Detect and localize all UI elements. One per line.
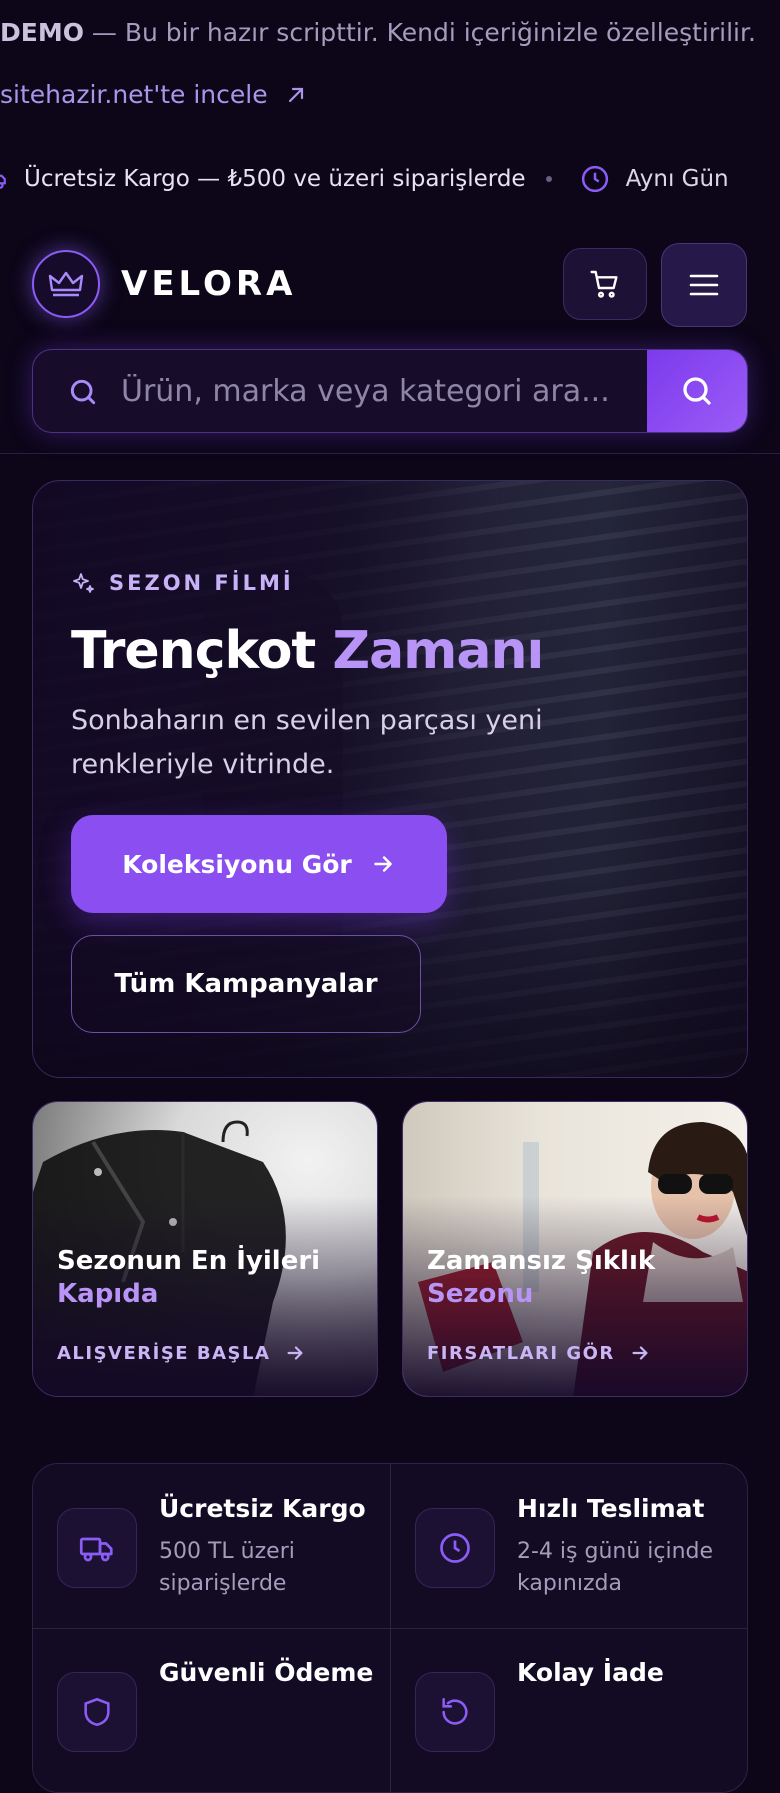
feature-title: Kolay İade xyxy=(517,1658,664,1687)
view-collection-label: Koleksiyonu Gör xyxy=(122,849,352,879)
promo-accent: Sezonu xyxy=(427,1279,534,1309)
hero-description: Sonbaharın en sevilen parçası yeni renkl… xyxy=(71,705,543,780)
promo-accent: Kapıda xyxy=(57,1279,159,1309)
demo-text: — Bu bir hazır scripttir. Kendi içeriğin… xyxy=(83,18,756,47)
search-input[interactable] xyxy=(121,350,661,432)
arrow-right-icon xyxy=(373,856,392,872)
feature-description: 2-4 iş günü içinde kapınızda xyxy=(517,1539,714,1596)
promo-cta-label: FIRSATLARI GÖR xyxy=(427,1342,615,1364)
promo-cta[interactable]: ALIŞVERİŞE BAŞLA xyxy=(57,1342,306,1364)
search-bar xyxy=(32,349,748,433)
ticker-separator xyxy=(545,176,552,182)
cart-icon xyxy=(590,270,618,298)
clock-icon xyxy=(581,165,608,193)
hero-title-accent: Zamanı xyxy=(332,621,544,681)
hamburger-icon xyxy=(689,274,719,296)
sparkle-icon xyxy=(73,573,94,593)
shield-icon xyxy=(57,1672,137,1752)
ticker-item: Ücretsiz Kargo — ₺500 ve üzeri siparişle… xyxy=(0,166,526,192)
search-button[interactable] xyxy=(647,350,747,432)
promo-title: Sezonun En İyileri xyxy=(57,1246,321,1276)
feature-title: Ücretsiz Kargo xyxy=(159,1494,366,1523)
hero-title-main: Trençkot xyxy=(71,621,316,681)
all-campaigns-button[interactable]: Tüm Kampanyalar xyxy=(71,935,421,1033)
menu-button[interactable] xyxy=(661,243,747,327)
feature-title: Güvenli Ödeme xyxy=(159,1658,374,1687)
ticker-text: Ücretsiz Kargo — ₺500 ve üzeri siparişle… xyxy=(24,166,526,192)
demo-label: DEMO xyxy=(0,18,84,47)
ticker-item: Aynı Gün xyxy=(580,164,729,194)
hero-title: Trençkot Zamanı xyxy=(71,621,544,681)
view-collection-button[interactable]: Koleksiyonu Gör xyxy=(71,815,447,913)
cart-button[interactable] xyxy=(563,248,647,320)
ticker-text: Aynı Gün xyxy=(625,166,729,192)
hero-eyebrow-text: SEZON FİLMİ xyxy=(109,571,294,595)
demo-link-label: sitehazir.net'te incele xyxy=(0,80,268,109)
arrow-right-icon xyxy=(287,1346,303,1360)
logo-crown-icon[interactable] xyxy=(32,250,100,318)
feature-description: 500 TL üzeri siparişlerde xyxy=(159,1539,295,1596)
feature-title: Hızlı Teslimat xyxy=(517,1494,705,1523)
promo-card[interactable]: Sezonun En İyileri Kapıda ALIŞVERİŞE BAŞ… xyxy=(32,1101,378,1397)
truck-icon xyxy=(57,1508,137,1588)
arrow-right-icon xyxy=(632,1346,648,1360)
feature-item: Ücretsiz Kargo 500 TL üzeri siparişlerde xyxy=(33,1464,373,1624)
hero-eyebrow: SEZON FİLMİ xyxy=(71,571,294,595)
truck-icon xyxy=(0,174,6,189)
promo-title: Zamansız Şıklık xyxy=(427,1246,656,1276)
all-campaigns-label: Tüm Kampanyalar xyxy=(114,969,378,999)
clock-icon xyxy=(415,1508,495,1588)
feature-item: Kolay İade xyxy=(391,1628,731,1788)
logo-text[interactable]: VELORA xyxy=(121,264,296,304)
site-header: VELORA xyxy=(0,228,780,454)
promo-cta-label: ALIŞVERİŞE BAŞLA xyxy=(57,1342,271,1364)
announcement-ticker: Ücretsiz Kargo — ₺500 ve üzeri siparişle… xyxy=(0,156,780,202)
demo-link[interactable]: sitehazir.net'te incele xyxy=(0,80,308,109)
feature-item: Güvenli Ödeme xyxy=(33,1628,373,1788)
feature-item: Hızlı Teslimat 2-4 iş günü içinde kapını… xyxy=(391,1464,731,1624)
promo-card[interactable]: Zamansız Şıklık Sezonu FIRSATLARI GÖR xyxy=(402,1101,748,1397)
hero-banner: SEZON FİLMİ Trençkot Zamanı Sonbaharın e… xyxy=(32,480,748,1078)
demo-banner: DEMO — Bu bir hazır scripttir. Kendi içe… xyxy=(0,18,756,47)
search-icon xyxy=(70,379,96,405)
search-icon xyxy=(683,377,711,405)
features-grid: Ücretsiz Kargo 500 TL üzeri siparişlerde… xyxy=(32,1463,748,1793)
return-icon xyxy=(415,1672,495,1752)
arrow-up-right-icon xyxy=(288,87,303,102)
promo-cta[interactable]: FIRSATLARI GÖR xyxy=(427,1342,651,1364)
